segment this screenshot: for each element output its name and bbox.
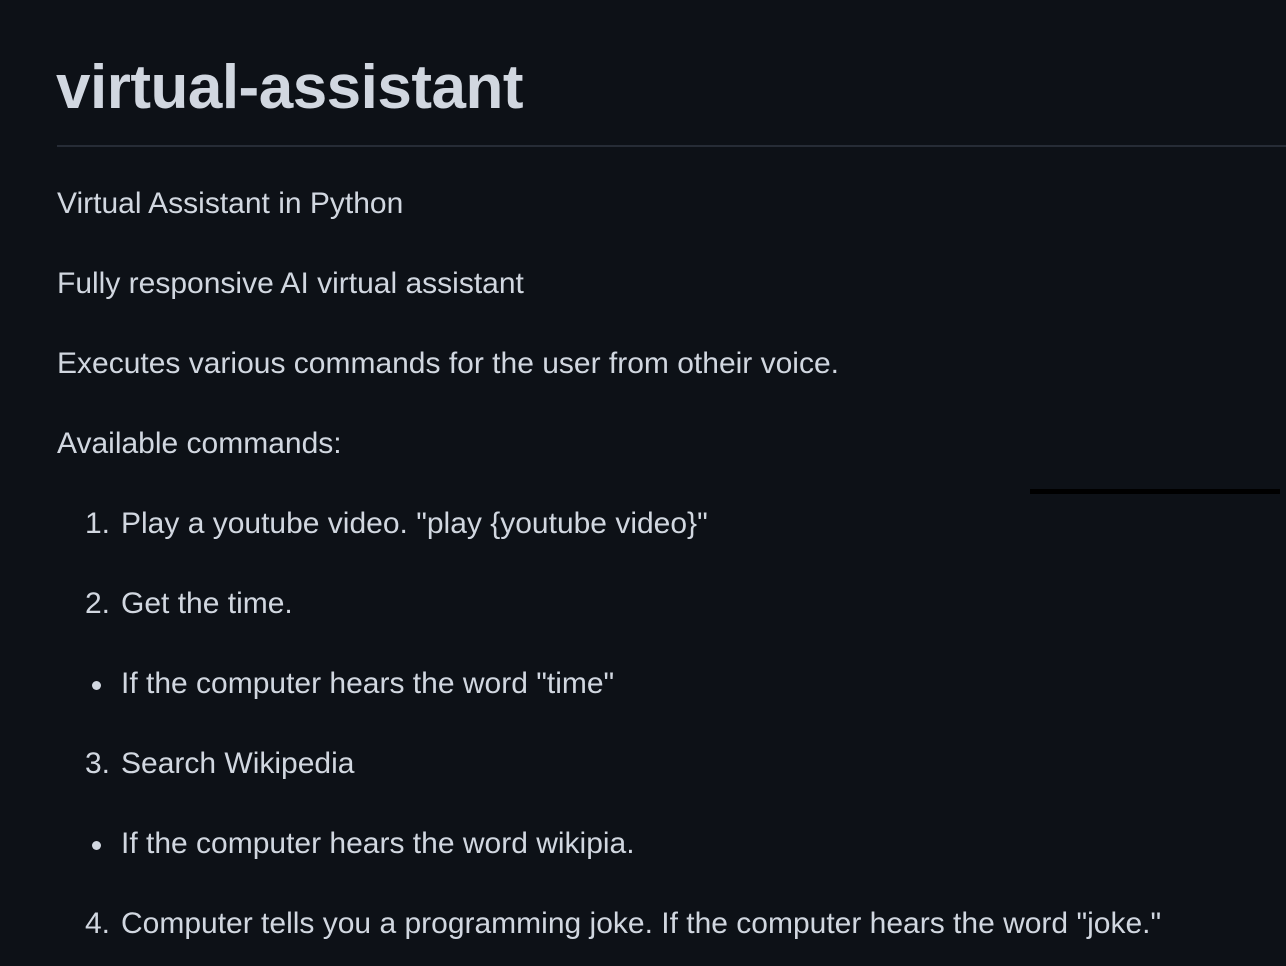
paragraph: Fully responsive AI virtual assistant [57, 267, 524, 300]
bullet-icon [92, 841, 101, 850]
list-item: 2. Get the time. [57, 564, 1286, 644]
list-number: 4. [85, 907, 111, 940]
bullet-icon [92, 681, 101, 690]
list-text: Computer tells you a programming joke. I… [121, 907, 1162, 940]
bullet-item: If the computer hears the word wikipia. [57, 804, 1286, 884]
title-divider [57, 145, 1286, 147]
paragraph: Available commands: [57, 427, 342, 460]
list-item: 1. Play a youtube video. "play {youtube … [57, 484, 1286, 564]
bullet-text: If the computer hears the word "time" [121, 667, 615, 700]
list-number: 3. [85, 747, 111, 780]
list-number: 1. [85, 507, 111, 540]
list-text: Play a youtube video. "play {youtube vid… [121, 507, 708, 540]
list-item: 3. Search Wikipedia [57, 724, 1286, 804]
paragraph: Virtual Assistant in Python [57, 187, 404, 220]
bullet-text: If the computer hears the word wikipia. [121, 827, 635, 860]
paragraph: Executes various commands for the user f… [57, 347, 839, 380]
list-item: 4. Computer tells you a programming joke… [57, 884, 1286, 964]
bullet-item: If the computer hears the word "time" [57, 644, 1286, 724]
readme-title: virtual-assistant [56, 53, 524, 122]
list-text: Get the time. [121, 587, 293, 620]
list-number: 2. [85, 587, 111, 620]
readme-body: Virtual Assistant in Python Fully respon… [57, 164, 1286, 964]
list-text: Search Wikipedia [121, 747, 355, 780]
